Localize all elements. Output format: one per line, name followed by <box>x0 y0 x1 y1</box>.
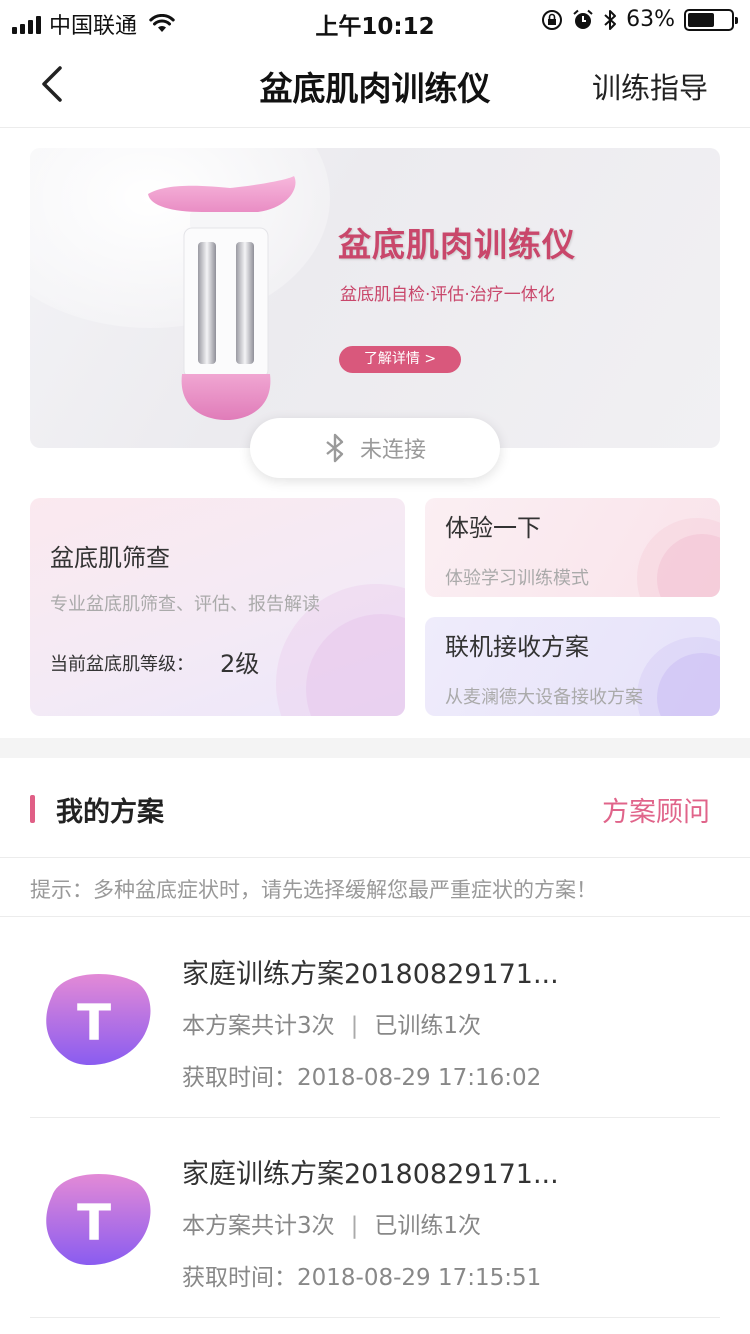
plan-title: 家庭训练方案20180829171... <box>182 959 559 990</box>
status-bar: 中国联通 上午10:12 63% <box>0 0 750 40</box>
plan-advisor-link[interactable]: 方案顾问 <box>602 790 710 829</box>
online-plan-title: 联机接收方案 <box>445 633 589 661</box>
plan-done: 已训练1次 <box>374 1213 482 1239</box>
divider-line <box>30 1317 720 1318</box>
screening-card[interactable]: 盆底肌筛查 专业盆底肌筛查、评估、报告解读 当前盆底肌等级： 2级 <box>30 498 405 716</box>
plan-separator: | <box>350 1213 359 1239</box>
plan-count: 本方案共计3次 | 已训练1次 <box>182 1006 481 1040</box>
plan-total: 本方案共计3次 <box>182 1013 335 1039</box>
level-label: 当前盆底肌等级： <box>50 654 194 675</box>
plan-item[interactable]: T 家庭训练方案20180829171... 本方案共计3次 | 已训练1次 获取时… <box>0 1118 750 1318</box>
plan-title: 家庭训练方案20180829171... <box>182 1159 559 1190</box>
learn-more-button[interactable]: 了解详情 > <box>339 346 461 373</box>
bluetooth-icon <box>326 433 344 463</box>
trainer-device-image <box>148 176 296 420</box>
online-plan-card[interactable]: 联机接收方案 从麦澜德大设备接收方案 <box>425 617 720 716</box>
training-guide-button[interactable]: 训练指导 <box>592 65 708 107</box>
product-banner[interactable]: 盆底肌肉训练仪 盆底肌自检·评估·治疗一体化 了解详情 > <box>30 148 720 448</box>
plan-avatar-letter: T <box>77 994 111 1052</box>
tip-text: 提示：多种盆底症状时，请先选择缓解您最严重症状的方案！ <box>30 878 597 902</box>
orientation-lock-icon <box>542 9 563 30</box>
plan-time: 获取时间：2018-08-29 17:15:51 <box>182 1258 541 1292</box>
alarm-icon <box>573 9 593 29</box>
plan-time: 获取时间：2018-08-29 17:16:02 <box>182 1058 541 1092</box>
battery-fill <box>688 12 715 27</box>
level-value: 2级 <box>220 650 260 678</box>
experience-card[interactable]: 体验一下 体验学习训练模式 <box>425 498 720 597</box>
plan-time-value: 2018-08-29 17:15:51 <box>297 1265 542 1291</box>
connection-status-button[interactable]: 未连接 <box>250 418 500 478</box>
plan-avatar-icon: T <box>46 1173 151 1266</box>
plan-done: 已训练1次 <box>374 1013 482 1039</box>
plan-time-label: 获取时间： <box>182 1265 297 1291</box>
my-plans-title: 我的方案 <box>56 797 164 828</box>
divider-line <box>0 857 750 858</box>
plan-time-value: 2018-08-29 17:16:02 <box>297 1065 542 1091</box>
experience-subtitle: 体验学习训练模式 <box>445 568 589 589</box>
nav-bar: 盆底肌肉训练仪 训练指导 <box>0 40 750 128</box>
plan-item[interactable]: T 家庭训练方案20180829171... 本方案共计3次 | 已训练1次 获取时… <box>0 918 750 1118</box>
banner-title: 盆底肌肉训练仪 <box>338 225 576 264</box>
plan-count: 本方案共计3次 | 已训练1次 <box>182 1206 481 1240</box>
plan-total: 本方案共计3次 <box>182 1213 335 1239</box>
connection-status-label: 未连接 <box>359 438 426 463</box>
online-plan-subtitle: 从麦澜德大设备接收方案 <box>445 687 643 708</box>
plan-time-label: 获取时间： <box>182 1065 297 1091</box>
section-divider <box>0 738 750 758</box>
banner-subtitle: 盆底肌自检·评估·治疗一体化 <box>340 285 555 305</box>
status-right: 63% <box>541 7 738 32</box>
plan-avatar-icon: T <box>46 973 151 1066</box>
section-accent-bar <box>30 795 35 823</box>
divider-line <box>0 916 750 917</box>
screening-title: 盆底肌筛查 <box>50 544 170 572</box>
battery-icon <box>684 8 738 31</box>
screening-subtitle: 专业盆底肌筛查、评估、报告解读 <box>50 594 320 615</box>
battery-percent: 63% <box>626 7 675 32</box>
plan-avatar-letter: T <box>77 1194 111 1252</box>
plan-separator: | <box>350 1013 359 1039</box>
bluetooth-status-icon <box>604 9 617 30</box>
experience-title: 体验一下 <box>445 514 541 542</box>
